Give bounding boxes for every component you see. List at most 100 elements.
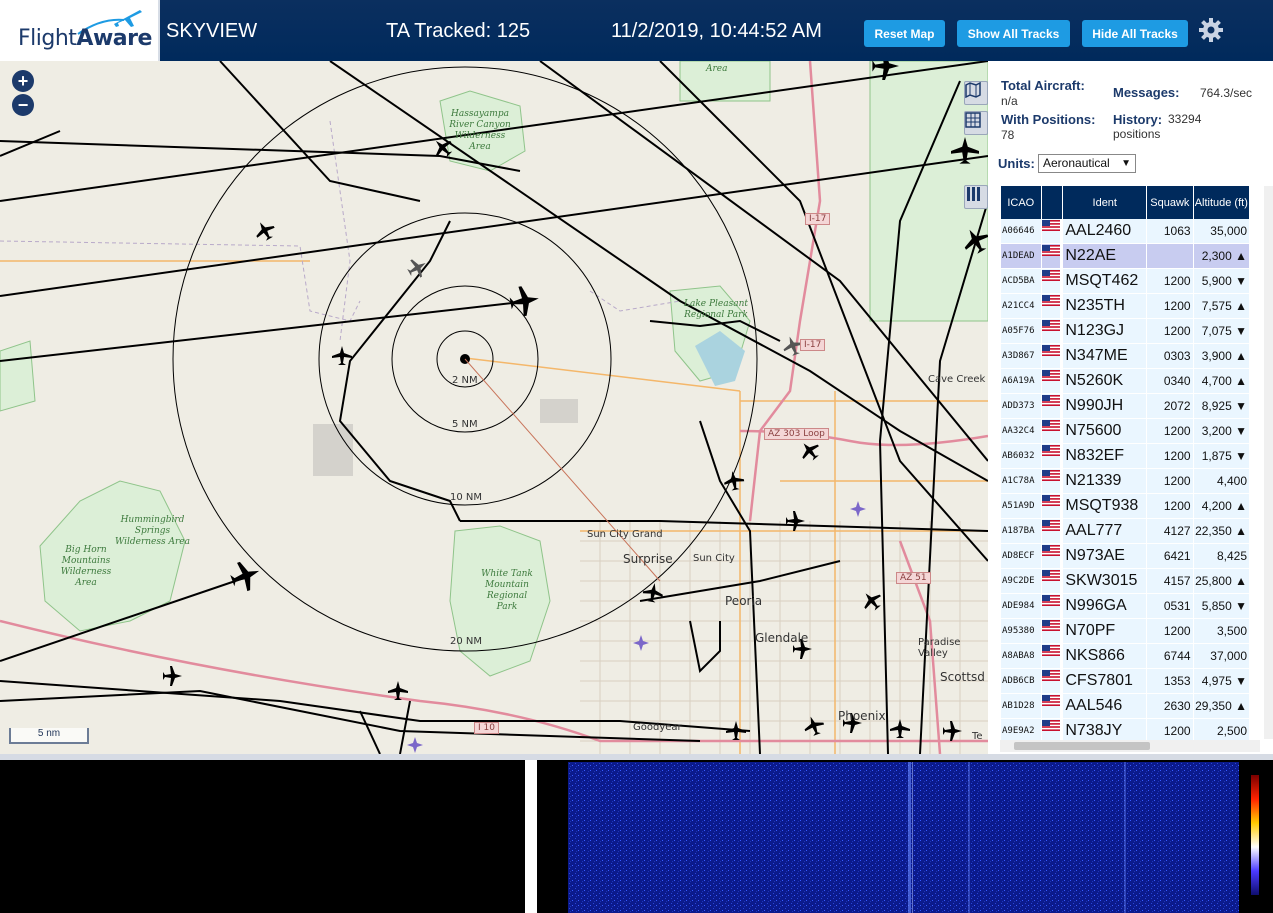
table-row[interactable]: A9C2DE SKW3015 4157 25,800 ▲ [1001, 569, 1249, 594]
cell-icao: AB1D28 [1001, 694, 1041, 719]
cell-ident: AAL777 [1063, 519, 1147, 544]
cell-ident: AAL546 [1063, 694, 1147, 719]
place-white-tank: White Tank Mountain Regional Park [481, 569, 533, 612]
cell-flag [1041, 419, 1060, 444]
table-row[interactable]: A05F76 N123GJ 1200 7,075 ▼ [1001, 319, 1249, 344]
hide-all-tracks-button[interactable]: Hide All Tracks [1082, 20, 1188, 47]
scrollbar-thumb[interactable] [1014, 742, 1150, 750]
cell-flag [1041, 344, 1060, 369]
us-flag-icon [1041, 294, 1060, 306]
cell-flag [1041, 394, 1060, 419]
cell-squawk: 1200 [1147, 444, 1193, 469]
table-row[interactable]: A3D867 N347ME 0303 3,900 ▲ [1001, 344, 1249, 369]
place-peoria: Peoria [725, 594, 763, 608]
zoom-in-button[interactable]: + [12, 70, 34, 92]
grid-icon [965, 112, 981, 128]
road-shield-i10: I 10 [474, 722, 499, 734]
table-vertical-scrollbar[interactable] [1264, 186, 1273, 739]
place-phoenix: Phoenix [838, 709, 886, 723]
map-view[interactable]: 2 NM 5 NM 10 NM 20 NM Area Hassayampa Ri… [0, 61, 988, 754]
table-row[interactable]: ADB6CB CFS7801 1353 4,975 ▼ [1001, 669, 1249, 694]
cell-flag [1041, 569, 1060, 594]
cell-icao: A95380 [1001, 619, 1041, 644]
cell-altitude: 22,350 ▲ [1193, 519, 1249, 544]
cell-altitude: 35,000 [1193, 219, 1249, 244]
place-scottsdale: Scottsd [940, 670, 985, 684]
table-row[interactable]: A1C78A N21339 1200 4,400 [1001, 469, 1249, 494]
table-row[interactable]: AD8ECF N973AE 6421 8,425 [1001, 544, 1249, 569]
us-flag-icon [1041, 244, 1060, 256]
table-row[interactable]: AB6032 N832EF 1200 1,875 ▼ [1001, 444, 1249, 469]
place-paradise-valley: Paradise Valley [918, 637, 961, 659]
cell-ident: MSQT938 [1063, 494, 1147, 519]
zoom-out-button[interactable]: − [12, 94, 34, 116]
flightaware-logo[interactable]: FlightAware [0, 0, 160, 61]
place-area-top: Area [706, 64, 728, 74]
road-shield-az51: AZ 51 [896, 572, 931, 584]
table-row[interactable]: A95380 N70PF 1200 3,500 [1001, 619, 1249, 644]
us-flag-icon [1041, 569, 1060, 581]
cell-ident: N347ME [1063, 344, 1147, 369]
table-horizontal-scrollbar[interactable] [1000, 740, 1260, 752]
place-big-horn: Big Horn Mountains Wilderness Area [60, 545, 112, 588]
cell-squawk: 0303 [1147, 344, 1193, 369]
app-title: SKYVIEW [166, 20, 258, 42]
us-flag-icon [1041, 694, 1060, 706]
table-row[interactable]: ADE984 N996GA 0531 5,850 ▼ [1001, 594, 1249, 619]
cell-altitude: 3,200 ▼ [1193, 419, 1249, 444]
cell-squawk: 1353 [1147, 669, 1193, 694]
grid-toggle-button[interactable] [964, 111, 988, 135]
table-row[interactable]: AA32C4 N75600 1200 3,200 ▼ [1001, 419, 1249, 444]
cell-flag [1041, 294, 1060, 319]
table-row[interactable]: ADD373 N990JH 2072 8,925 ▼ [1001, 394, 1249, 419]
show-all-tracks-button[interactable]: Show All Tracks [957, 20, 1070, 47]
col-ident[interactable]: Ident [1063, 186, 1147, 219]
cell-icao: A9C2DE [1001, 569, 1041, 594]
table-row[interactable]: A51A9D MSQT938 1200 4,200 ▲ [1001, 494, 1249, 519]
place-hassayampa: Hassayampa River Canyon Wilderness Area [449, 109, 511, 152]
col-altitude[interactable]: Altitude (ft) [1193, 186, 1249, 219]
col-squawk[interactable]: Squawk [1147, 186, 1193, 219]
aircraft-table: ICAO Ident Squawk Altitude (ft) A06646 AA… [1000, 186, 1250, 744]
signal-panel [0, 760, 525, 913]
cell-icao: A8ABA8 [1001, 644, 1041, 669]
cell-icao: A6A19A [1001, 369, 1041, 394]
col-icao[interactable]: ICAO [1001, 186, 1041, 219]
with-positions-label: With Positions: [1001, 112, 1096, 127]
table-row[interactable]: A1DEAD N22AE 2,300 ▲ [1001, 244, 1249, 269]
messages-label: Messages: [1113, 85, 1180, 100]
cell-squawk [1147, 244, 1193, 269]
cell-icao: ADD373 [1001, 394, 1041, 419]
table-row[interactable]: A6A19A N5260K 0340 4,700 ▲ [1001, 369, 1249, 394]
logo-text-flight: Flight [18, 26, 77, 51]
place-sun-city-grand: Sun City Grand [587, 529, 663, 540]
table-row[interactable]: ACD5BA MSQT462 1200 5,900 ▼ [1001, 269, 1249, 294]
cell-flag [1041, 469, 1060, 494]
table-row[interactable]: AB1D28 AAL546 2630 29,350 ▲ [1001, 694, 1249, 719]
cell-icao: A06646 [1001, 219, 1041, 244]
settings-gear-icon[interactable] [1198, 17, 1224, 43]
col-flag[interactable] [1041, 186, 1063, 219]
us-flag-icon [1041, 669, 1060, 681]
cell-flag [1041, 694, 1060, 719]
table-row[interactable]: A187BA AAL777 4127 22,350 ▲ [1001, 519, 1249, 544]
units-label: Units: [998, 156, 1035, 171]
columns-icon [967, 187, 980, 201]
table-row[interactable]: A21CC4 N235TH 1200 7,575 ▲ [1001, 294, 1249, 319]
units-select[interactable]: Aeronautical ▼ [1038, 154, 1136, 173]
map-layers-button[interactable] [964, 81, 988, 105]
table-row[interactable]: A06646 AAL2460 1063 35,000 [1001, 219, 1249, 244]
units-value: Aeronautical [1043, 156, 1110, 170]
cell-altitude: 5,850 ▼ [1193, 594, 1249, 619]
cell-squawk: 2072 [1147, 394, 1193, 419]
cell-squawk: 6421 [1147, 544, 1193, 569]
table-row[interactable]: A8ABA8 NKS866 6744 37,000 [1001, 644, 1249, 669]
reset-map-button[interactable]: Reset Map [864, 20, 945, 47]
columns-toggle-button[interactable] [964, 185, 988, 209]
cell-flag [1041, 269, 1060, 294]
waterfall-noise [568, 762, 1239, 913]
cell-squawk: 1200 [1147, 494, 1193, 519]
cell-squawk: 1200 [1147, 419, 1193, 444]
cell-ident: NKS866 [1063, 644, 1147, 669]
cell-icao: AA32C4 [1001, 419, 1041, 444]
